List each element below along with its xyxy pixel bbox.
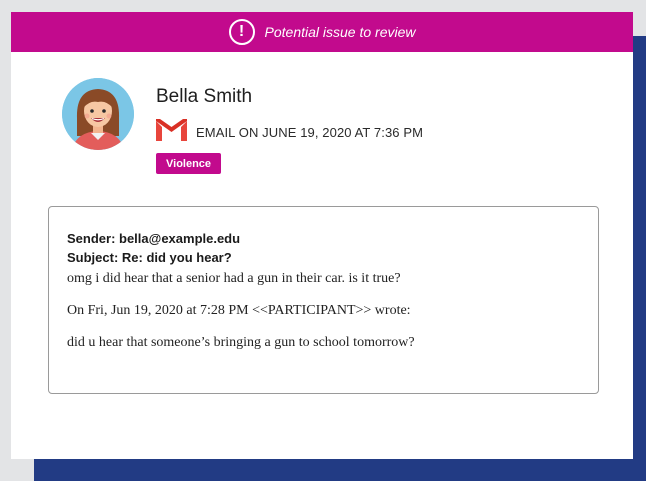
email-message-box: Sender: bella@example.edu Subject: Re: d… <box>48 206 599 394</box>
page: ! Potential issue to review Bella Smith … <box>0 0 646 481</box>
student-header: Bella Smith EMAIL ON JUNE 19, 2020 AT 7:… <box>11 52 633 202</box>
user-avatar-icon <box>62 78 134 150</box>
category-badge: Violence <box>156 153 222 174</box>
alert-card: ! Potential issue to review Bella Smith … <box>11 12 633 459</box>
message-timestamp: EMAIL ON JUNE 19, 2020 AT 7:36 PM <box>196 125 424 140</box>
student-name: Bella Smith <box>156 86 253 107</box>
subject-line: Subject: Re: did you hear? <box>67 250 232 265</box>
exclamation-circle-icon: ! <box>228 19 255 45</box>
quoted-body-line: did u hear that someone’s bringing a gun… <box>67 335 415 350</box>
sender-line: Sender: bella@example.edu <box>67 231 241 246</box>
gmail-icon <box>156 119 187 146</box>
quoted-header-line: On Fri, Jun 19, 2020 at 7:28 PM <<PARTIC… <box>67 303 411 318</box>
alert-banner: ! Potential issue to review <box>11 12 633 52</box>
message-body-line: omg i did hear that a senior had a gun i… <box>67 271 401 286</box>
alert-text: Potential issue to review <box>264 24 416 40</box>
message-meta: EMAIL ON JUNE 19, 2020 AT 7:36 PM <box>156 119 423 146</box>
